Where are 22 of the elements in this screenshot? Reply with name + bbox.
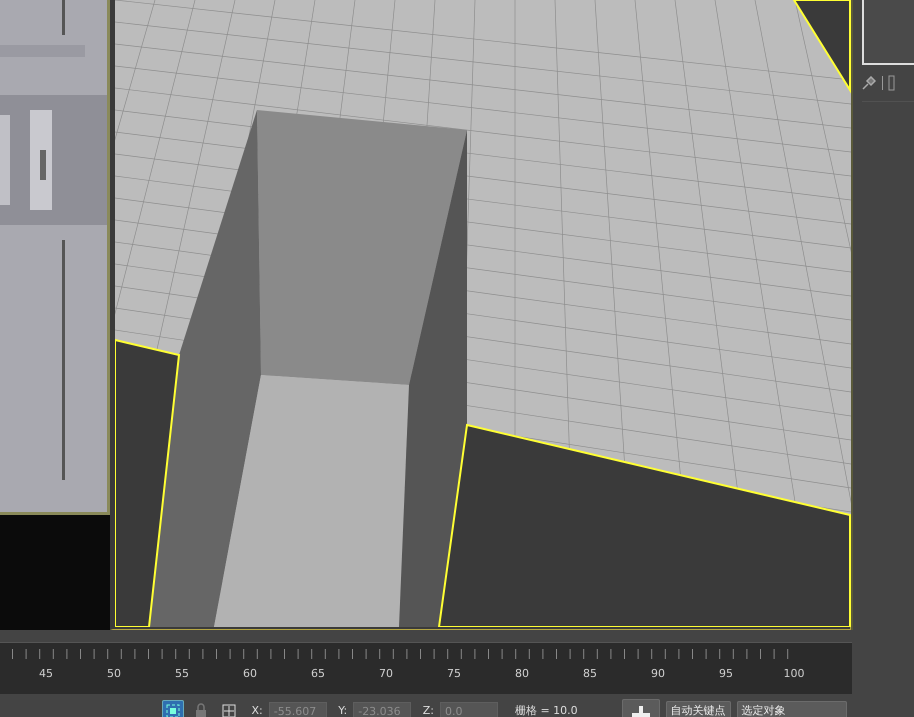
timeline-ruler[interactable]: 45 50 55 60 65 70 75 80 85 90 95 100: [0, 642, 852, 694]
selection-set-dropdown[interactable]: 选定对象: [736, 700, 847, 717]
frame-number: 70: [378, 666, 394, 682]
frame-number: 90: [650, 666, 666, 682]
axis-label: X:: [252, 702, 263, 717]
frame-number: 85: [582, 666, 598, 682]
trash-icon[interactable]: [888, 74, 895, 90]
auto-key-button[interactable]: 自动关键点: [666, 700, 731, 717]
frame-number: 55: [174, 666, 190, 682]
axis-label: Y:: [338, 702, 348, 717]
grid-size: 栅格 = 10.0: [514, 702, 578, 717]
frame-number: 100: [782, 666, 806, 682]
frame-number: 80: [514, 666, 530, 682]
frame-number: 95: [718, 666, 734, 682]
frame-number: 50: [106, 666, 122, 682]
selection-icon[interactable]: [162, 700, 184, 717]
pin-icon[interactable]: [862, 76, 876, 90]
axis-label: Z:: [422, 702, 434, 717]
frame-number: 45: [38, 666, 54, 682]
frame-number: 60: [242, 666, 258, 682]
frame-number: 75: [446, 666, 462, 682]
frame-number: 65: [310, 666, 326, 682]
